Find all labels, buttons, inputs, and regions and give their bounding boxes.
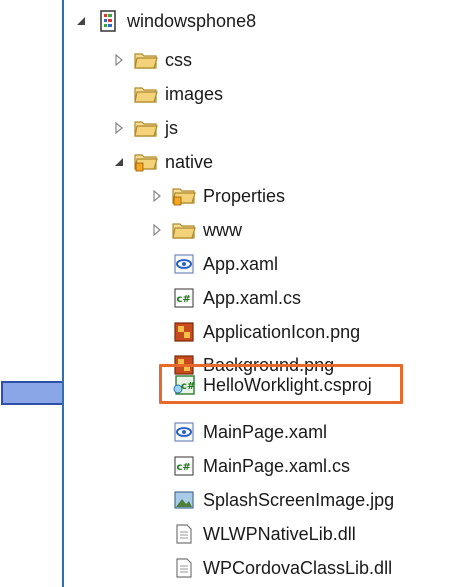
tree-item-label: windowsphone8	[127, 10, 257, 31]
project-icon	[96, 9, 120, 33]
tree-item-css[interactable]: css	[64, 43, 460, 76]
folder-icon	[134, 48, 158, 72]
project-explorer-tree: windowsphone8 css images js native Prope…	[62, 0, 460, 587]
tree-item-label: Properties	[203, 185, 286, 206]
csharp-file-icon: c#	[172, 454, 196, 478]
dll-file-icon	[172, 556, 196, 580]
dll-file-icon	[172, 522, 196, 546]
folder-icon	[172, 218, 196, 242]
tree-item-www[interactable]: www	[64, 213, 460, 246]
collapsed-toggle-icon[interactable]	[150, 223, 164, 237]
tree-item-mainpage-xaml[interactable]: MainPage.xaml	[64, 415, 460, 448]
collapsed-toggle-icon[interactable]	[112, 53, 126, 67]
tree-root-windowsphone8[interactable]: windowsphone8	[64, 4, 460, 37]
tree-item-wlwpnativelib-dll[interactable]: WLWPNativeLib.dll	[64, 517, 460, 550]
tree-item-label: MainPage.xaml	[203, 421, 328, 442]
csharp-file-icon: c#	[172, 286, 196, 310]
tree-item-label: SplashScreenImage.jpg	[203, 489, 395, 510]
package-folder-icon	[134, 150, 158, 174]
tree-item-label: css	[165, 49, 192, 70]
tree-item-app-xaml-cs[interactable]: c# App.xaml.cs	[64, 281, 460, 314]
expanded-toggle-icon[interactable]	[112, 155, 126, 169]
xaml-file-icon	[172, 252, 196, 276]
expanded-toggle-icon[interactable]	[74, 14, 88, 28]
tree-item-native[interactable]: native	[64, 145, 460, 178]
svg-text:c#: c#	[177, 462, 191, 473]
tree-item-app-xaml[interactable]: App.xaml	[64, 247, 460, 280]
tree-item-label: images	[165, 83, 224, 104]
tree-item-images[interactable]: images	[64, 77, 460, 110]
xaml-file-icon	[172, 420, 196, 444]
collapsed-toggle-icon[interactable]	[112, 121, 126, 135]
tree-item-label: www	[203, 219, 242, 240]
tree-item-label: App.xaml.cs	[203, 287, 302, 308]
jpg-file-icon	[172, 488, 196, 512]
tree-item-label: ApplicationIcon.png	[203, 321, 361, 342]
tree-item-label: js	[165, 117, 178, 138]
tree-item-applicationicon-png[interactable]: ApplicationIcon.png	[64, 315, 460, 348]
tree-item-wpcordovaclasslib-dll[interactable]: WPCordovaClassLib.dll	[64, 551, 460, 584]
folder-icon	[134, 116, 158, 140]
tree-item-mainpage-xaml-cs[interactable]: c# MainPage.xaml.cs	[64, 449, 460, 482]
highlight-box	[159, 364, 403, 404]
tree-item-label: MainPage.xaml.cs	[203, 455, 351, 476]
tree-item-label: native	[165, 151, 214, 172]
tree-item-label: WLWPNativeLib.dll	[203, 523, 356, 544]
package-folder-icon	[172, 184, 196, 208]
tree-item-label: App.xaml	[203, 253, 279, 274]
svg-text:c#: c#	[177, 294, 191, 305]
folder-icon	[134, 82, 158, 106]
tree-item-js[interactable]: js	[64, 111, 460, 144]
png-file-icon	[172, 320, 196, 344]
tree-item-label: WPCordovaClassLib.dll	[203, 557, 393, 578]
collapsed-toggle-icon[interactable]	[150, 189, 164, 203]
tree-item-properties[interactable]: Properties	[64, 179, 460, 212]
tree-item-splashscreenimage-jpg[interactable]: SplashScreenImage.jpg	[64, 483, 460, 516]
